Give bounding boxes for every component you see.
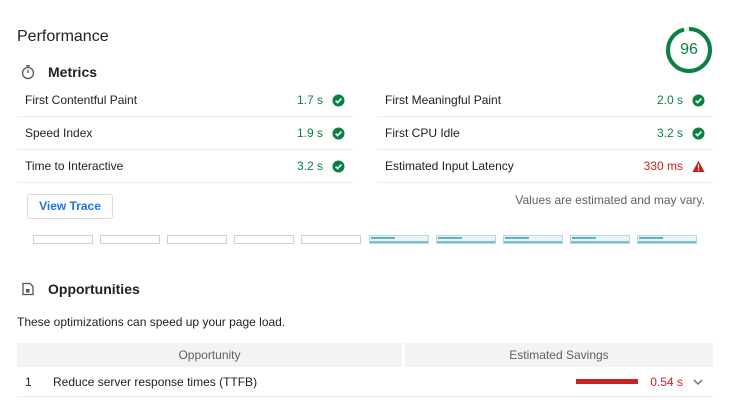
- metric-label: First Meaningful Paint: [385, 93, 502, 107]
- score-value: 96: [680, 41, 698, 58]
- filmstrip-frame: [167, 235, 227, 244]
- opportunities-header: Opportunities: [18, 279, 140, 299]
- opportunities-description: These optimizations can speed up your pa…: [17, 315, 286, 329]
- metric-value: 330 ms: [643, 159, 683, 173]
- table-row[interactable]: 1 Reduce server response times (TTFB) 0.…: [17, 369, 713, 397]
- filmstrip-frame: [33, 235, 93, 244]
- metric-value: 3.2 s: [656, 126, 683, 140]
- pass-check-icon: [332, 94, 345, 107]
- opportunities-heading: Opportunities: [48, 281, 140, 297]
- metric-label: Estimated Input Latency: [385, 159, 514, 173]
- pass-check-icon: [692, 94, 705, 107]
- metric-label: Speed Index: [25, 126, 93, 140]
- row-index: 1: [25, 375, 32, 389]
- metric-estimated-input-latency: Estimated Input Latency 330 ms: [377, 150, 713, 183]
- metric-label: Time to Interactive: [25, 159, 124, 173]
- metric-first-meaningful-paint: First Meaningful Paint 2.0 s: [377, 84, 713, 117]
- column-header-estimated-savings: Estimated Savings: [405, 343, 713, 367]
- column-header-opportunity: Opportunity: [17, 343, 402, 367]
- metric-label: First CPU Idle: [385, 126, 460, 140]
- filmstrip-frame: [301, 235, 361, 244]
- filmstrip-frame: [436, 235, 496, 244]
- metric-first-cpu-idle: First CPU Idle 3.2 s: [377, 117, 713, 150]
- filmstrip-frame: [369, 235, 429, 244]
- metric-value: 3.2 s: [296, 159, 323, 173]
- filmstrip-frame: [100, 235, 160, 244]
- metrics-heading: Metrics: [48, 64, 98, 80]
- stopwatch-icon: [18, 62, 38, 82]
- opportunity-icon: [18, 279, 38, 299]
- chevron-down-icon[interactable]: [691, 375, 705, 389]
- metric-first-contentful-paint: First Contentful Paint 1.7 s: [17, 84, 353, 117]
- view-trace-button[interactable]: View Trace: [27, 194, 113, 219]
- metric-time-to-interactive: Time to Interactive 3.2 s: [17, 150, 353, 183]
- filmstrip: [33, 235, 697, 245]
- filmstrip-frame: [503, 235, 563, 244]
- metric-value: 1.7 s: [296, 93, 323, 107]
- metric-value: 1.9 s: [296, 126, 323, 140]
- filmstrip-frame: [234, 235, 294, 244]
- pass-check-icon: [692, 127, 705, 140]
- savings-value: 0.54 s: [650, 375, 683, 389]
- estimate-note: Values are estimated and may vary.: [515, 193, 705, 207]
- performance-title: Performance: [17, 28, 109, 45]
- filmstrip-frame: [570, 235, 630, 244]
- savings-bar: [576, 379, 638, 384]
- metric-value: 2.0 s: [656, 93, 683, 107]
- metric-speed-index: Speed Index 1.9 s: [17, 117, 353, 150]
- pass-check-icon: [332, 160, 345, 173]
- opportunity-name: Reduce server response times (TTFB): [53, 375, 258, 389]
- filmstrip-frame: [637, 235, 697, 244]
- metrics-header: Metrics: [18, 62, 97, 82]
- warning-triangle-icon: [692, 160, 705, 172]
- pass-check-icon: [332, 127, 345, 140]
- metric-label: First Contentful Paint: [25, 93, 138, 107]
